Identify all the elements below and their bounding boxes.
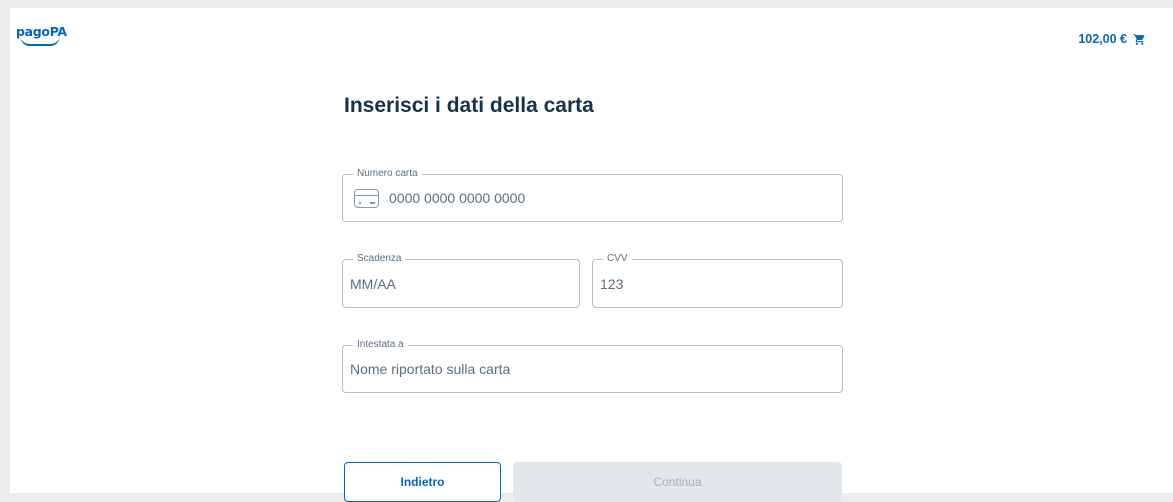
pagopa-logo[interactable]: pagoPA	[16, 24, 67, 46]
logo-arc	[20, 36, 60, 46]
card-holder-input[interactable]	[350, 346, 835, 392]
continue-button[interactable]: Continua	[513, 462, 842, 502]
cart-amount: 102,00 €	[1078, 32, 1127, 46]
expiry-input[interactable]	[350, 260, 572, 307]
card-number-input[interactable]	[389, 175, 829, 221]
checkout-page: pagoPA 102,00 € Inserisci i dati della c…	[10, 8, 1173, 502]
expiry-field[interactable]: Scadenza	[342, 253, 580, 308]
page-title: Inserisci i dati della carta	[344, 94, 594, 117]
cvv-input[interactable]	[600, 260, 835, 307]
cvv-field[interactable]: CVV	[592, 253, 843, 308]
back-button[interactable]: Indietro	[344, 462, 501, 502]
card-number-field[interactable]: Numero carta	[342, 168, 843, 222]
cart-summary-button[interactable]: 102,00 €	[1078, 32, 1146, 46]
cart-icon	[1133, 33, 1145, 45]
card-holder-field[interactable]: Intestata a	[342, 339, 843, 393]
credit-card-icon	[354, 189, 379, 208]
